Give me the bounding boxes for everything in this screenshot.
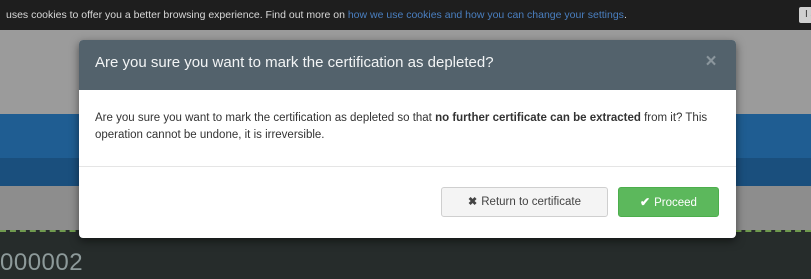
modal-header: Are you sure you want to mark the certif… <box>79 40 736 90</box>
proceed-button-label: Proceed <box>654 197 697 209</box>
checkmark-icon: ✔ <box>640 195 651 209</box>
close-icon[interactable]: × <box>703 52 719 72</box>
return-button-label: Return to certificate <box>481 196 581 208</box>
close-x-icon: ✖ <box>468 196 478 208</box>
return-to-certificate-button[interactable]: ✖ Return to certificate <box>441 187 608 217</box>
modal-body-text: Are you sure you want to mark the certif… <box>95 112 436 124</box>
modal-footer: ✖ Return to certificate ✔ Proceed <box>79 166 736 238</box>
proceed-button[interactable]: ✔ Proceed <box>618 187 719 217</box>
modal-title: Are you sure you want to mark the certif… <box>95 54 494 71</box>
modal-body: Are you sure you want to mark the certif… <box>95 110 720 144</box>
modal-body-emphasis: no further certificate can be extracted <box>435 112 641 124</box>
confirm-depletion-modal: Are you sure you want to mark the certif… <box>79 40 736 238</box>
